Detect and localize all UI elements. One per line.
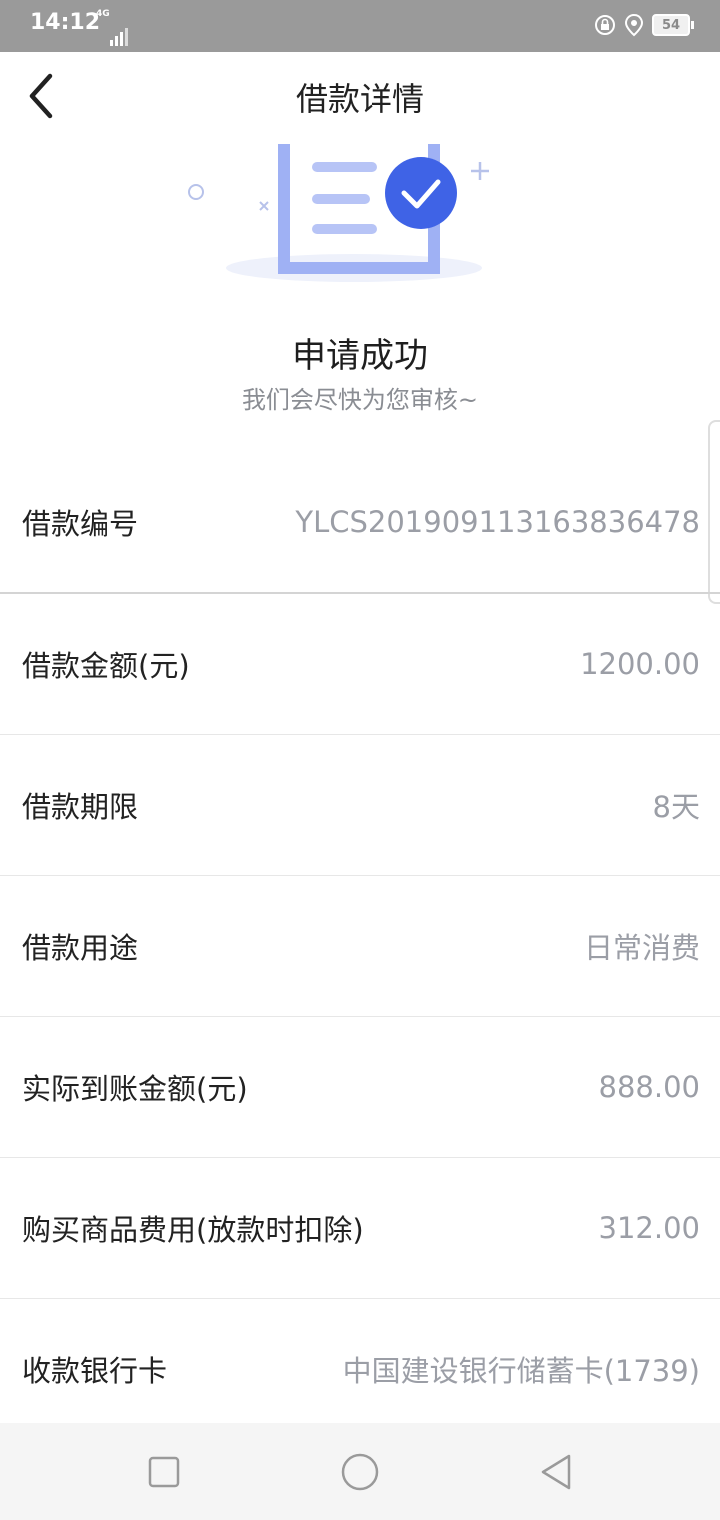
recent-apps-button[interactable]: [139, 1451, 189, 1493]
home-button[interactable]: [335, 1451, 385, 1493]
status-section: 申请成功 我们会尽快为您审核~: [0, 140, 720, 604]
status-right-icons: 54: [594, 10, 694, 40]
signal-icon: [110, 28, 128, 46]
lock-rotation-icon: [595, 15, 615, 35]
page-title: 借款详情: [295, 80, 424, 118]
back-icon: [541, 1454, 571, 1490]
detail-value: 中国建设银行储蓄卡(1739): [342, 1354, 700, 1388]
detail-row-loan-term: 借款期限 8天: [0, 735, 720, 876]
location-icon: [624, 13, 644, 37]
detail-value: 8天: [652, 790, 700, 824]
status-bar: 14:12 4G 54: [0, 0, 720, 52]
battery-icon: 54: [652, 14, 694, 36]
app-header: 借款详情: [0, 52, 720, 140]
detail-row-received-amount: 实际到账金额(元) 888.00: [0, 1017, 720, 1158]
success-subtitle: 我们会尽快为您审核~: [241, 386, 479, 414]
success-title: 申请成功: [292, 336, 428, 376]
detail-value: 312.00: [598, 1211, 700, 1245]
detail-label: 购买商品费用(放款时扣除): [22, 1213, 364, 1247]
detail-value: 1200.00: [580, 647, 700, 681]
status-time: 14:12: [30, 10, 101, 35]
battery-level: 54: [661, 17, 681, 33]
recent-apps-icon: [148, 1456, 180, 1488]
document-check-icon: [188, 144, 489, 282]
detail-label: 实际到账金额(元): [22, 1072, 248, 1106]
detail-label: 借款期限: [22, 790, 139, 824]
detail-label: 借款金额(元): [22, 649, 190, 683]
back-nav-button[interactable]: [531, 1451, 581, 1493]
detail-label: 收款银行卡: [22, 1354, 168, 1388]
detail-value: 888.00: [598, 1070, 700, 1104]
detail-row-loan-amount: 借款金额(元) 1200.00: [0, 594, 720, 735]
system-nav-bar: [0, 1423, 720, 1520]
detail-label: 借款用途: [22, 931, 139, 965]
home-icon: [341, 1453, 379, 1491]
detail-row-loan-purpose: 借款用途 日常消费: [0, 876, 720, 1017]
detail-row-bank-card: 收款银行卡 中国建设银行储蓄卡(1739): [0, 1299, 720, 1440]
detail-row-loan-number: 借款编号 YLCS201909113163836478: [0, 452, 720, 594]
detail-value: YLCS201909113163836478: [295, 505, 700, 539]
detail-value: 日常消费: [583, 931, 700, 965]
network-type: 4G: [96, 9, 110, 19]
loan-detail-list: 借款编号 YLCS201909113163836478 借款金额(元) 1200…: [0, 452, 720, 1440]
detail-label: 借款编号: [22, 507, 139, 541]
detail-row-product-fee: 购买商品费用(放款时扣除) 312.00: [0, 1158, 720, 1299]
